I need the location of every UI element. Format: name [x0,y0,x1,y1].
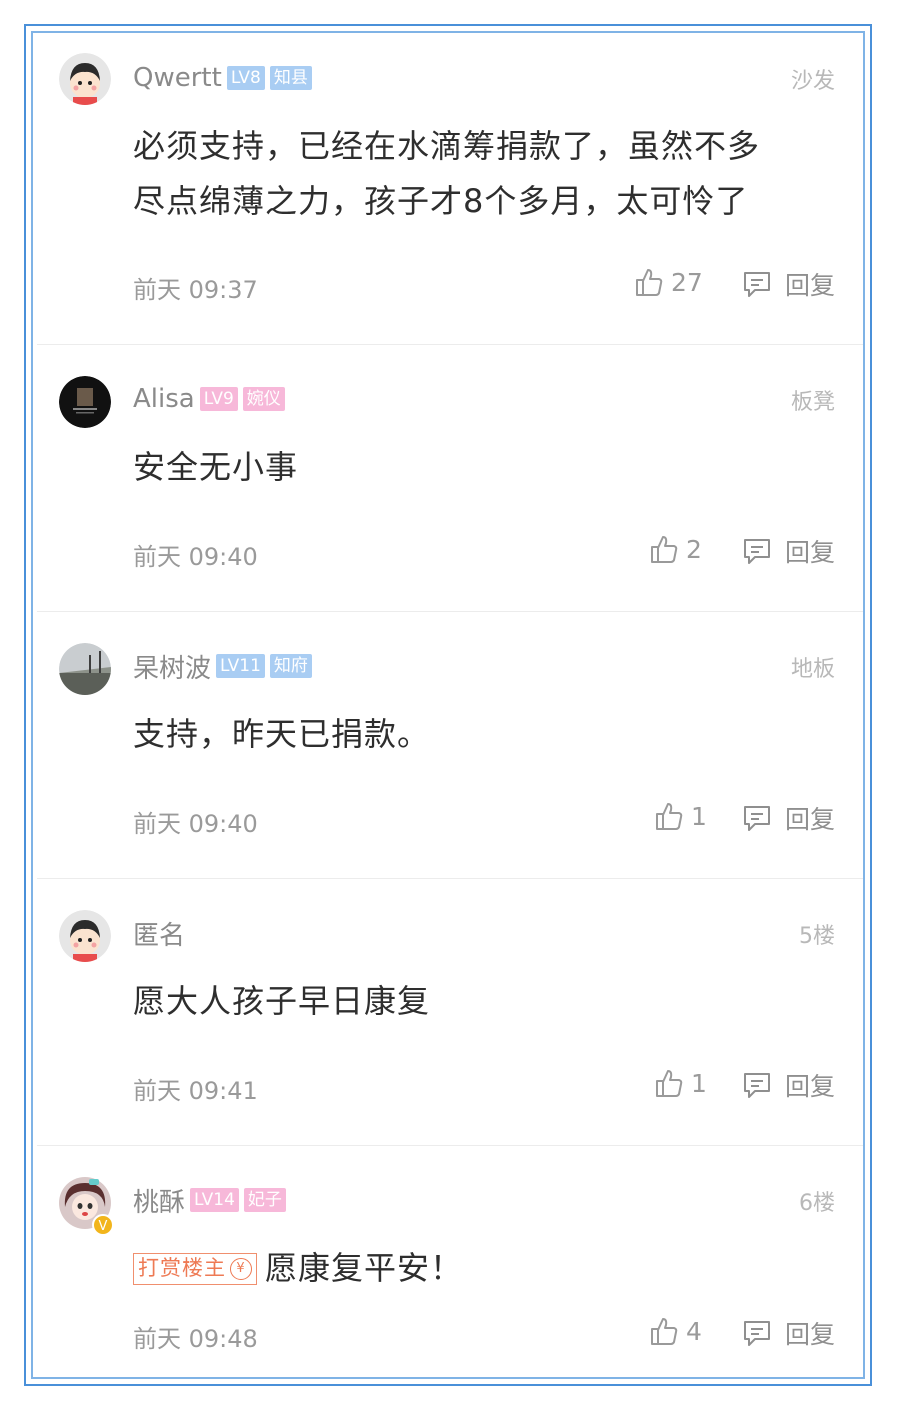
comment-bubble-icon [741,802,773,834]
reply-button[interactable]: 回复 [741,800,835,836]
comment-bubble-icon [741,1069,773,1101]
like-count: 1 [691,1068,707,1098]
landscape-photo-avatar-icon[interactable] [59,643,111,695]
like-count: 1 [691,801,707,831]
cartoon-kid-avatar-icon[interactable] [59,53,111,105]
comment-text: 愿大人孩子早日康复 [133,974,430,1029]
level-badge: LV9 [199,387,238,411]
comment-text-line: 安全无小事 [133,448,299,486]
like-count: 2 [686,534,702,564]
floor-label: 6楼 [799,1191,835,1216]
reply-button[interactable]: 回复 [741,1315,835,1351]
title-badge: 妃子 [243,1188,286,1212]
yen-coin-icon: ¥ [230,1257,252,1280]
comment-text: 安全无小事 [133,440,298,495]
username[interactable]: 杲树波 [133,648,211,685]
title-badge: 婉仪 [242,387,285,411]
like-button[interactable]: 2 [648,533,702,565]
comment-item: V 桃酥 LV14 妃子 6楼 打赏楼主 ¥ 愿康复平安！ 前天 09:48 4… [33,1155,863,1422]
thumbs-up-icon [633,266,665,298]
floor-label: 地板 [790,657,835,682]
cartoon-kid-avatar-icon[interactable] [59,910,111,962]
dark-photo-avatar-icon[interactable] [59,376,111,428]
comment-text: 打赏楼主 ¥ 愿康复平安！ [133,1241,463,1296]
comment-bubble-icon [741,1317,773,1349]
username[interactable]: 桃酥 [133,1182,185,1219]
reply-label: 回复 [784,271,835,300]
title-badge: 知县 [269,66,312,90]
thumbs-up-icon [653,800,685,832]
thumbs-up-icon [648,1315,680,1347]
reward-tag-label: 打赏楼主 [138,1256,226,1280]
svg-text:V: V [99,1219,108,1234]
comment-bubble-icon [741,268,773,300]
comment-item: 匿名 5楼 愿大人孩子早日康复 前天 09:41 1 回复 [33,888,863,1155]
reply-button[interactable]: 回复 [741,533,835,569]
comment-text-line: 愿大人孩子早日康复 [133,982,431,1020]
divider [37,878,863,879]
level-badge: LV8 [226,66,265,90]
timestamp: 前天 09:40 [133,810,258,838]
thumbs-up-icon [648,533,680,565]
reply-label: 回复 [784,538,835,567]
timestamp: 前天 09:37 [133,276,258,304]
like-button[interactable]: 1 [653,800,707,832]
floor-label: 板凳 [790,390,835,415]
divider [37,1145,863,1146]
comment-text: 支持，昨天已捐款。 [133,707,430,762]
comment-bubble-icon [741,535,773,567]
title-badge: 知府 [269,654,312,678]
floor-label: 5楼 [799,924,835,949]
comment-text-line: 尽点绵薄之力，孩子才8个多月，太可怜了 [133,182,749,220]
like-button[interactable]: 4 [648,1315,702,1347]
anime-girl-avatar-icon[interactable]: V [59,1177,114,1236]
timestamp: 前天 09:41 [133,1077,258,1105]
thumbs-up-icon [653,1067,685,1099]
divider [37,611,863,612]
level-badge: LV11 [216,654,265,678]
like-count: 4 [686,1316,702,1346]
like-button[interactable]: 27 [633,266,703,298]
reply-button[interactable]: 回复 [741,1067,835,1103]
reply-label: 回复 [784,805,835,834]
username[interactable]: 匿名 [133,915,185,952]
comment-text-line: 必须支持，已经在水滴筹捐款了，虽然不多 [133,127,761,165]
floor-label: 沙发 [790,69,835,94]
comment-item: Qwertt LV8 知县 沙发 必须支持，已经在水滴筹捐款了，虽然不多 尽点绵… [33,33,863,304]
username[interactable]: Qwertt [133,63,222,93]
comment-text-line: 支持，昨天已捐款。 [133,715,431,753]
level-badge: LV14 [190,1188,239,1212]
timestamp: 前天 09:48 [133,1325,258,1353]
comment-item: Alisa LV9 婉仪 板凳 安全无小事 前天 09:40 2 回复 [33,354,863,621]
comment-text-line: 愿康复平安！ [265,1249,464,1287]
comment-text: 必须支持，已经在水滴筹捐款了，虽然不多 尽点绵薄之力，孩子才8个多月，太可怜了 [133,119,760,229]
reply-label: 回复 [784,1320,835,1349]
reward-owner-tag[interactable]: 打赏楼主 ¥ [133,1252,257,1285]
divider [37,344,863,345]
like-count: 27 [671,267,703,297]
comment-item: 杲树波 LV11 知府 地板 支持，昨天已捐款。 前天 09:40 1 回复 [33,621,863,888]
reply-label: 回复 [784,1072,835,1101]
reply-button[interactable]: 回复 [741,266,835,302]
timestamp: 前天 09:40 [133,543,258,571]
like-button[interactable]: 1 [653,1067,707,1099]
username[interactable]: Alisa [133,384,195,414]
